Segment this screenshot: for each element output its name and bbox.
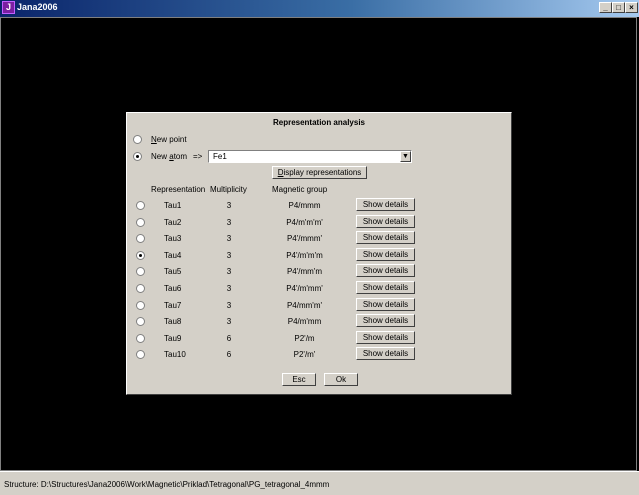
magnetic-group-value: P4'/mmm': [286, 234, 323, 244]
table-row: Tau6 3 P4'/m'mm' Show details: [127, 280, 511, 296]
magnetic-group-value: P4'/m'mm': [286, 284, 323, 293]
atom-select[interactable]: Fe1 ▼: [208, 150, 412, 163]
representation-radio[interactable]: [136, 333, 145, 343]
representation-name: Tau6: [164, 284, 182, 293]
table-row: Tau8 3 P4/m'mm Show details: [127, 313, 511, 329]
magnetic-group-value: P2'/m: [294, 333, 315, 343]
representation-name: Tau2: [164, 217, 182, 227]
magnetic-group-value: P4'/mm'm: [286, 267, 323, 277]
table-row: Tau3 3 P4'/mmm' Show details: [127, 230, 511, 246]
show-details-button[interactable]: Show details: [356, 264, 415, 278]
multiplicity-value: 3: [226, 217, 232, 227]
new-point-radio[interactable]: [133, 135, 142, 144]
window-title: Jana2006: [17, 2, 58, 12]
representation-radio[interactable]: [136, 317, 145, 327]
title-bar: J Jana2006 _ □ ×: [0, 0, 639, 17]
multiplicity-value: 6: [226, 350, 232, 360]
representation-analysis-dialog: Representation analysis New point New at…: [126, 112, 512, 395]
magnetic-group-value: P4/mm'm': [286, 300, 323, 310]
table-row: Tau4 3 P4'/m'm'm Show details: [127, 247, 511, 263]
representation-name: Tau3: [164, 234, 182, 244]
arrow-label: =>: [193, 152, 203, 161]
new-point-label[interactable]: New point: [151, 135, 187, 144]
show-details-button[interactable]: Show details: [356, 231, 415, 245]
table-row: Tau7 3 P4/mm'm' Show details: [127, 297, 511, 313]
representation-radio[interactable]: [136, 300, 145, 310]
show-details-button[interactable]: Show details: [356, 247, 415, 261]
dialog-title: Representation analysis: [272, 118, 366, 127]
esc-button[interactable]: Esc: [282, 373, 316, 386]
status-text: Structure: D:\Structures\Jana2006\Work\M…: [4, 480, 330, 489]
magnetic-group-value: P4/mmm: [288, 201, 321, 210]
multiplicity-value: 3: [226, 300, 232, 310]
header-magnetic-group: Magnetic group: [272, 185, 328, 194]
multiplicity-value: 3: [226, 317, 232, 327]
magnetic-group-value: P2'/m': [293, 350, 316, 360]
header-representation: Representation: [151, 185, 206, 194]
table-row: Tau5 3 P4'/mm'm Show details: [127, 263, 511, 279]
representation-radio[interactable]: [136, 217, 145, 227]
magnetic-group-value: P4/m'm'm': [286, 217, 323, 227]
atom-select-value: Fe1: [213, 152, 227, 161]
close-button[interactable]: ×: [625, 2, 638, 13]
show-details-button[interactable]: Show details: [356, 214, 415, 228]
representation-name: Tau9: [164, 333, 182, 343]
table-row: Tau2 3 P4/m'm'm' Show details: [127, 214, 511, 230]
display-representations-button[interactable]: Display representations: [272, 166, 367, 179]
magnetic-group-value: P4/m'mm: [287, 317, 322, 327]
representation-name: Tau4: [164, 250, 182, 260]
display-text: isplay representations: [283, 168, 362, 177]
multiplicity-value: 3: [226, 201, 232, 210]
representation-radio[interactable]: [136, 250, 145, 260]
table-row: Tau1 3 P4/mmm Show details: [127, 197, 511, 213]
new-atom-text-rest: tom: [173, 152, 188, 161]
minimize-button[interactable]: _: [599, 2, 612, 13]
new-atom-radio[interactable]: [133, 152, 142, 161]
show-details-button[interactable]: Show details: [356, 314, 415, 328]
representation-name: Tau7: [164, 300, 182, 310]
representation-radio[interactable]: [136, 201, 145, 210]
app-icon[interactable]: J: [2, 1, 15, 14]
representation-name: Tau8: [164, 317, 182, 327]
table-row: Tau9 6 P2'/m Show details: [127, 330, 511, 346]
new-atom-text-pre: New: [151, 152, 170, 161]
multiplicity-value: 6: [226, 333, 232, 343]
show-details-button[interactable]: Show details: [356, 297, 415, 311]
ok-button[interactable]: Ok: [324, 373, 358, 386]
dropdown-arrow-icon[interactable]: ▼: [400, 151, 411, 162]
representation-name: Tau1: [164, 201, 182, 210]
show-details-button[interactable]: Show details: [356, 281, 415, 294]
app-icon-letter: J: [5, 2, 11, 12]
status-bar: Structure: D:\Structures\Jana2006\Work\M…: [0, 471, 639, 495]
representation-radio[interactable]: [136, 284, 145, 293]
representation-radio[interactable]: [136, 234, 145, 244]
table-row: Tau10 6 P2'/m' Show details: [127, 346, 511, 362]
show-details-button[interactable]: Show details: [356, 330, 415, 344]
multiplicity-value: 3: [226, 234, 232, 244]
show-details-button[interactable]: Show details: [356, 347, 415, 361]
new-atom-label[interactable]: New atom: [151, 152, 187, 161]
maximize-button[interactable]: □: [612, 2, 625, 13]
representation-radio[interactable]: [136, 267, 145, 277]
multiplicity-value: 3: [226, 284, 232, 293]
multiplicity-value: 3: [226, 267, 232, 277]
show-details-button[interactable]: Show details: [356, 198, 415, 211]
new-point-text: ew point: [156, 135, 187, 144]
multiplicity-value: 3: [226, 250, 232, 260]
representation-radio[interactable]: [136, 350, 145, 360]
representation-name: Tau10: [164, 350, 186, 360]
header-multiplicity: Multiplicity: [210, 185, 247, 194]
magnetic-group-value: P4'/m'm'm: [286, 250, 323, 260]
representation-name: Tau5: [164, 267, 182, 277]
